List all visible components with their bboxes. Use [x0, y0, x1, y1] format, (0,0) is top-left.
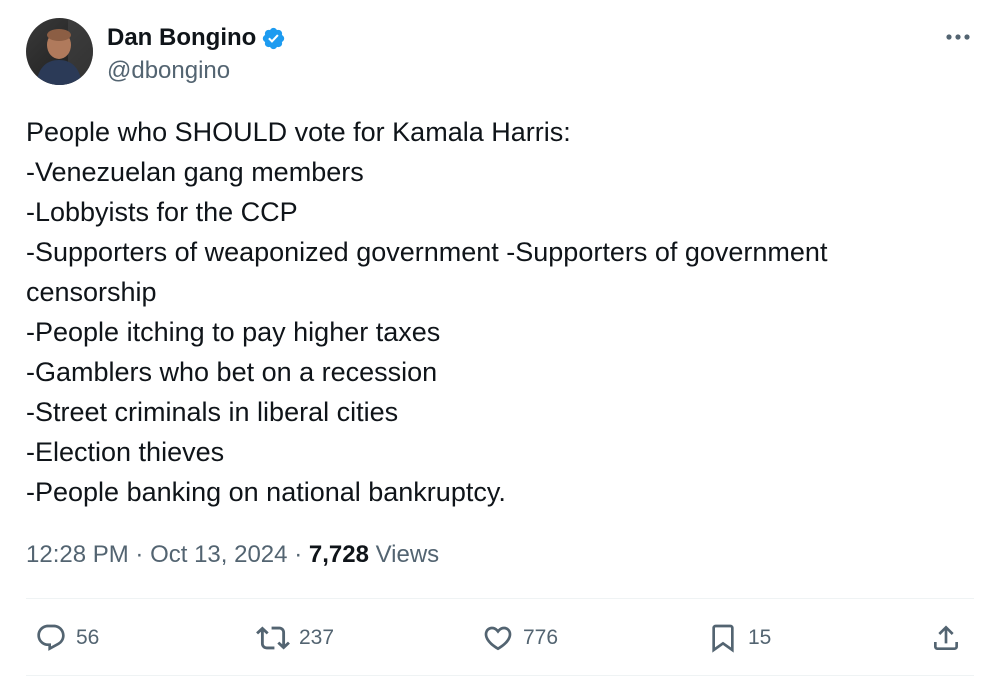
display-name[interactable]: Dan Bongino — [107, 22, 256, 54]
tweet-line: People who SHOULD vote for Kamala Harris… — [26, 117, 571, 147]
tweet-date: Oct 13, 2024 — [150, 541, 288, 568]
tweet-line: -Venezuelan gang members — [26, 157, 364, 187]
meta-separator: · — [294, 541, 303, 568]
share-button[interactable] — [930, 618, 962, 658]
reply-bubble-icon — [37, 624, 65, 651]
tweet-text: People who SHOULD vote for Kamala Harris… — [26, 112, 966, 512]
tweet-line: censorship — [26, 277, 157, 307]
bookmark-button[interactable]: 15 — [707, 618, 771, 658]
tweet-line: -Supporters of weaponized government -Su… — [26, 237, 828, 267]
like-button[interactable]: 776 — [482, 618, 558, 658]
reply-count: 56 — [76, 626, 100, 649]
avatar[interactable] — [26, 18, 93, 85]
more-dots-icon — [946, 34, 970, 40]
bookmark-count: 15 — [748, 626, 772, 649]
meta-separator: · — [135, 541, 144, 568]
tweet-line: -People banking on national bankruptcy. — [26, 477, 506, 507]
tweet-line: -Street criminals in liberal cities — [26, 397, 399, 427]
tweet-line: -Gamblers who bet on a recession — [26, 357, 438, 387]
tweet: Dan Bongino @dbongino People who SHOULD … — [0, 0, 1000, 678]
tweet-line: -People itching to pay higher taxes — [26, 317, 441, 347]
tweet-time: 12:28 PM — [26, 541, 129, 568]
more-options-button[interactable] — [936, 20, 980, 54]
tweet-line: -Lobbyists for the CCP — [26, 197, 298, 227]
repost-count: 237 — [299, 626, 335, 649]
heart-icon — [484, 626, 512, 651]
divider — [26, 598, 974, 599]
tweet-line: -Election thieves — [26, 437, 225, 467]
divider — [26, 675, 974, 676]
share-upload-icon — [934, 625, 958, 650]
reply-button[interactable]: 56 — [35, 618, 99, 658]
author-name-row: Dan Bongino — [107, 22, 286, 54]
views-label: Views — [375, 541, 440, 568]
verified-badge-icon[interactable] — [261, 26, 286, 51]
author-handle[interactable]: @dbongino — [107, 55, 230, 87]
repost-button[interactable]: 237 — [256, 618, 334, 658]
bookmark-icon — [712, 624, 734, 653]
like-count: 776 — [523, 626, 559, 649]
repost-arrows-icon — [256, 626, 290, 650]
views-count: 7,728 — [308, 541, 369, 568]
timestamp-link[interactable]: 12:28 PM · Oct 13, 2024 — [26, 541, 288, 568]
tweet-meta: 12:28 PM · Oct 13, 2024 · 7,728 Views — [26, 537, 439, 573]
avatar-photo-icon — [26, 18, 93, 85]
